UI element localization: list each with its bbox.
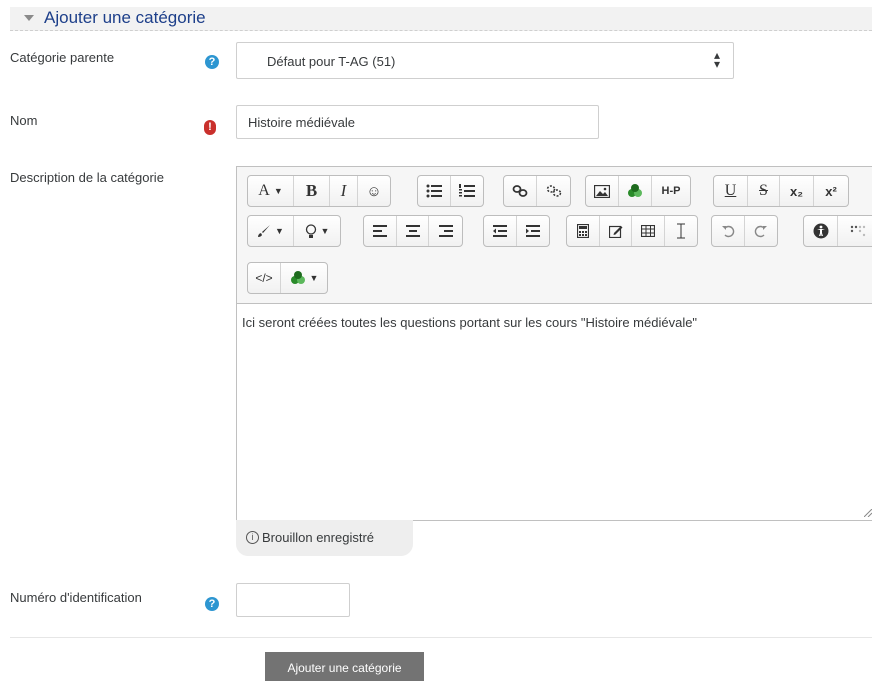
description-editor[interactable]: A ▼ B I ☺ H-P U S x₂ x² ▼ ▼ </> ▼ Ici se… [236,166,872,521]
outdent-icon[interactable] [484,216,517,246]
toolbar-group-links [503,175,571,207]
redo-icon[interactable] [745,216,777,246]
media-icon[interactable] [619,176,652,206]
html-button[interactable]: </> [248,263,281,293]
toolbar-group-lists [417,175,484,207]
description-label: Description de la catégorie [10,170,164,185]
bullet-list-icon[interactable] [418,176,451,206]
dropdown-caret-icon: ▼ [309,273,319,283]
parent-category-value: Défaut pour T-AG (51) [267,54,396,69]
help-icon[interactable]: ? [205,597,219,611]
font-style-button[interactable]: A ▼ [248,176,294,206]
resize-handle-icon[interactable] [864,509,872,517]
add-category-button[interactable]: Ajouter une catégorie [265,652,424,681]
accessibility-icon[interactable] [804,216,838,246]
calculator-icon[interactable] [567,216,600,246]
help-icon[interactable]: ? [205,55,219,69]
toolbar-group-indent [483,215,550,247]
parent-category-label: Catégorie parente [10,50,115,65]
toolbar-group-color: ▼ ▼ [247,215,341,247]
select-arrows-icon: ▴ ▾ [713,48,720,71]
divider [10,637,872,638]
font-letter: A [258,182,270,199]
dropdown-caret-icon: ▼ [320,226,330,236]
toolbar-group-insert [566,215,698,247]
lightbulb-icon[interactable]: ▼ [294,216,340,246]
paint-brush-icon[interactable]: ▼ [248,216,294,246]
info-icon: i [246,531,259,544]
required-icon: ! [204,120,216,135]
table-icon[interactable] [632,216,665,246]
undo-icon[interactable] [712,216,745,246]
toolbar-group-history [711,215,778,247]
collapse-caret-icon[interactable] [24,15,34,21]
toolbar-group-accessibility [803,215,872,247]
dropdown-caret-icon: ▼ [273,186,283,196]
numbered-list-icon[interactable] [451,176,483,206]
edit-icon[interactable] [600,216,632,246]
name-input[interactable] [236,105,599,139]
superscript-button[interactable]: x² [814,176,848,206]
image-icon[interactable] [586,176,619,206]
text-cursor-icon[interactable] [665,216,697,246]
editor-toolbar: A ▼ B I ☺ H-P U S x₂ x² ▼ ▼ </> ▼ [237,167,872,304]
subscript-button[interactable]: x₂ [780,176,814,206]
unlink-icon[interactable] [537,176,570,206]
underline-button[interactable]: U [714,176,748,206]
h5p-button[interactable]: H-P [652,176,690,206]
link-icon[interactable] [504,176,537,206]
draft-status-text: Brouillon enregistré [262,530,375,545]
align-center-icon[interactable] [397,216,429,246]
strikethrough-button[interactable]: S [748,176,780,206]
align-right-icon[interactable] [429,216,462,246]
toolbar-group-text: A ▼ B I ☺ [247,175,391,207]
parent-category-select[interactable]: Défaut pour T-AG (51) ▴ ▾ [236,42,734,79]
toolbar-group-media: H-P [585,175,691,207]
italic-button[interactable]: I [330,176,358,206]
idnumber-label: Numéro d'identification [10,590,142,605]
emoji-button[interactable]: ☺ [358,176,390,206]
draft-status: i Brouillon enregistré [236,520,413,556]
indent-icon[interactable] [517,216,549,246]
toolbar-group-html: </> ▼ [247,262,328,294]
toolbar-group-align [363,215,463,247]
braille-icon[interactable] [838,216,872,246]
align-left-icon[interactable] [364,216,397,246]
bold-button[interactable]: B [294,176,330,206]
editor-content[interactable]: Ici seront créées toutes les questions p… [242,315,697,330]
name-label: Nom [10,113,38,128]
media-dropdown-icon[interactable]: ▼ [281,263,327,293]
idnumber-input[interactable] [236,583,350,617]
section-header[interactable]: Ajouter une catégorie [10,7,872,31]
section-title: Ajouter une catégorie [44,8,206,27]
dropdown-caret-icon: ▼ [275,226,284,236]
toolbar-group-format: U S x₂ x² [713,175,849,207]
